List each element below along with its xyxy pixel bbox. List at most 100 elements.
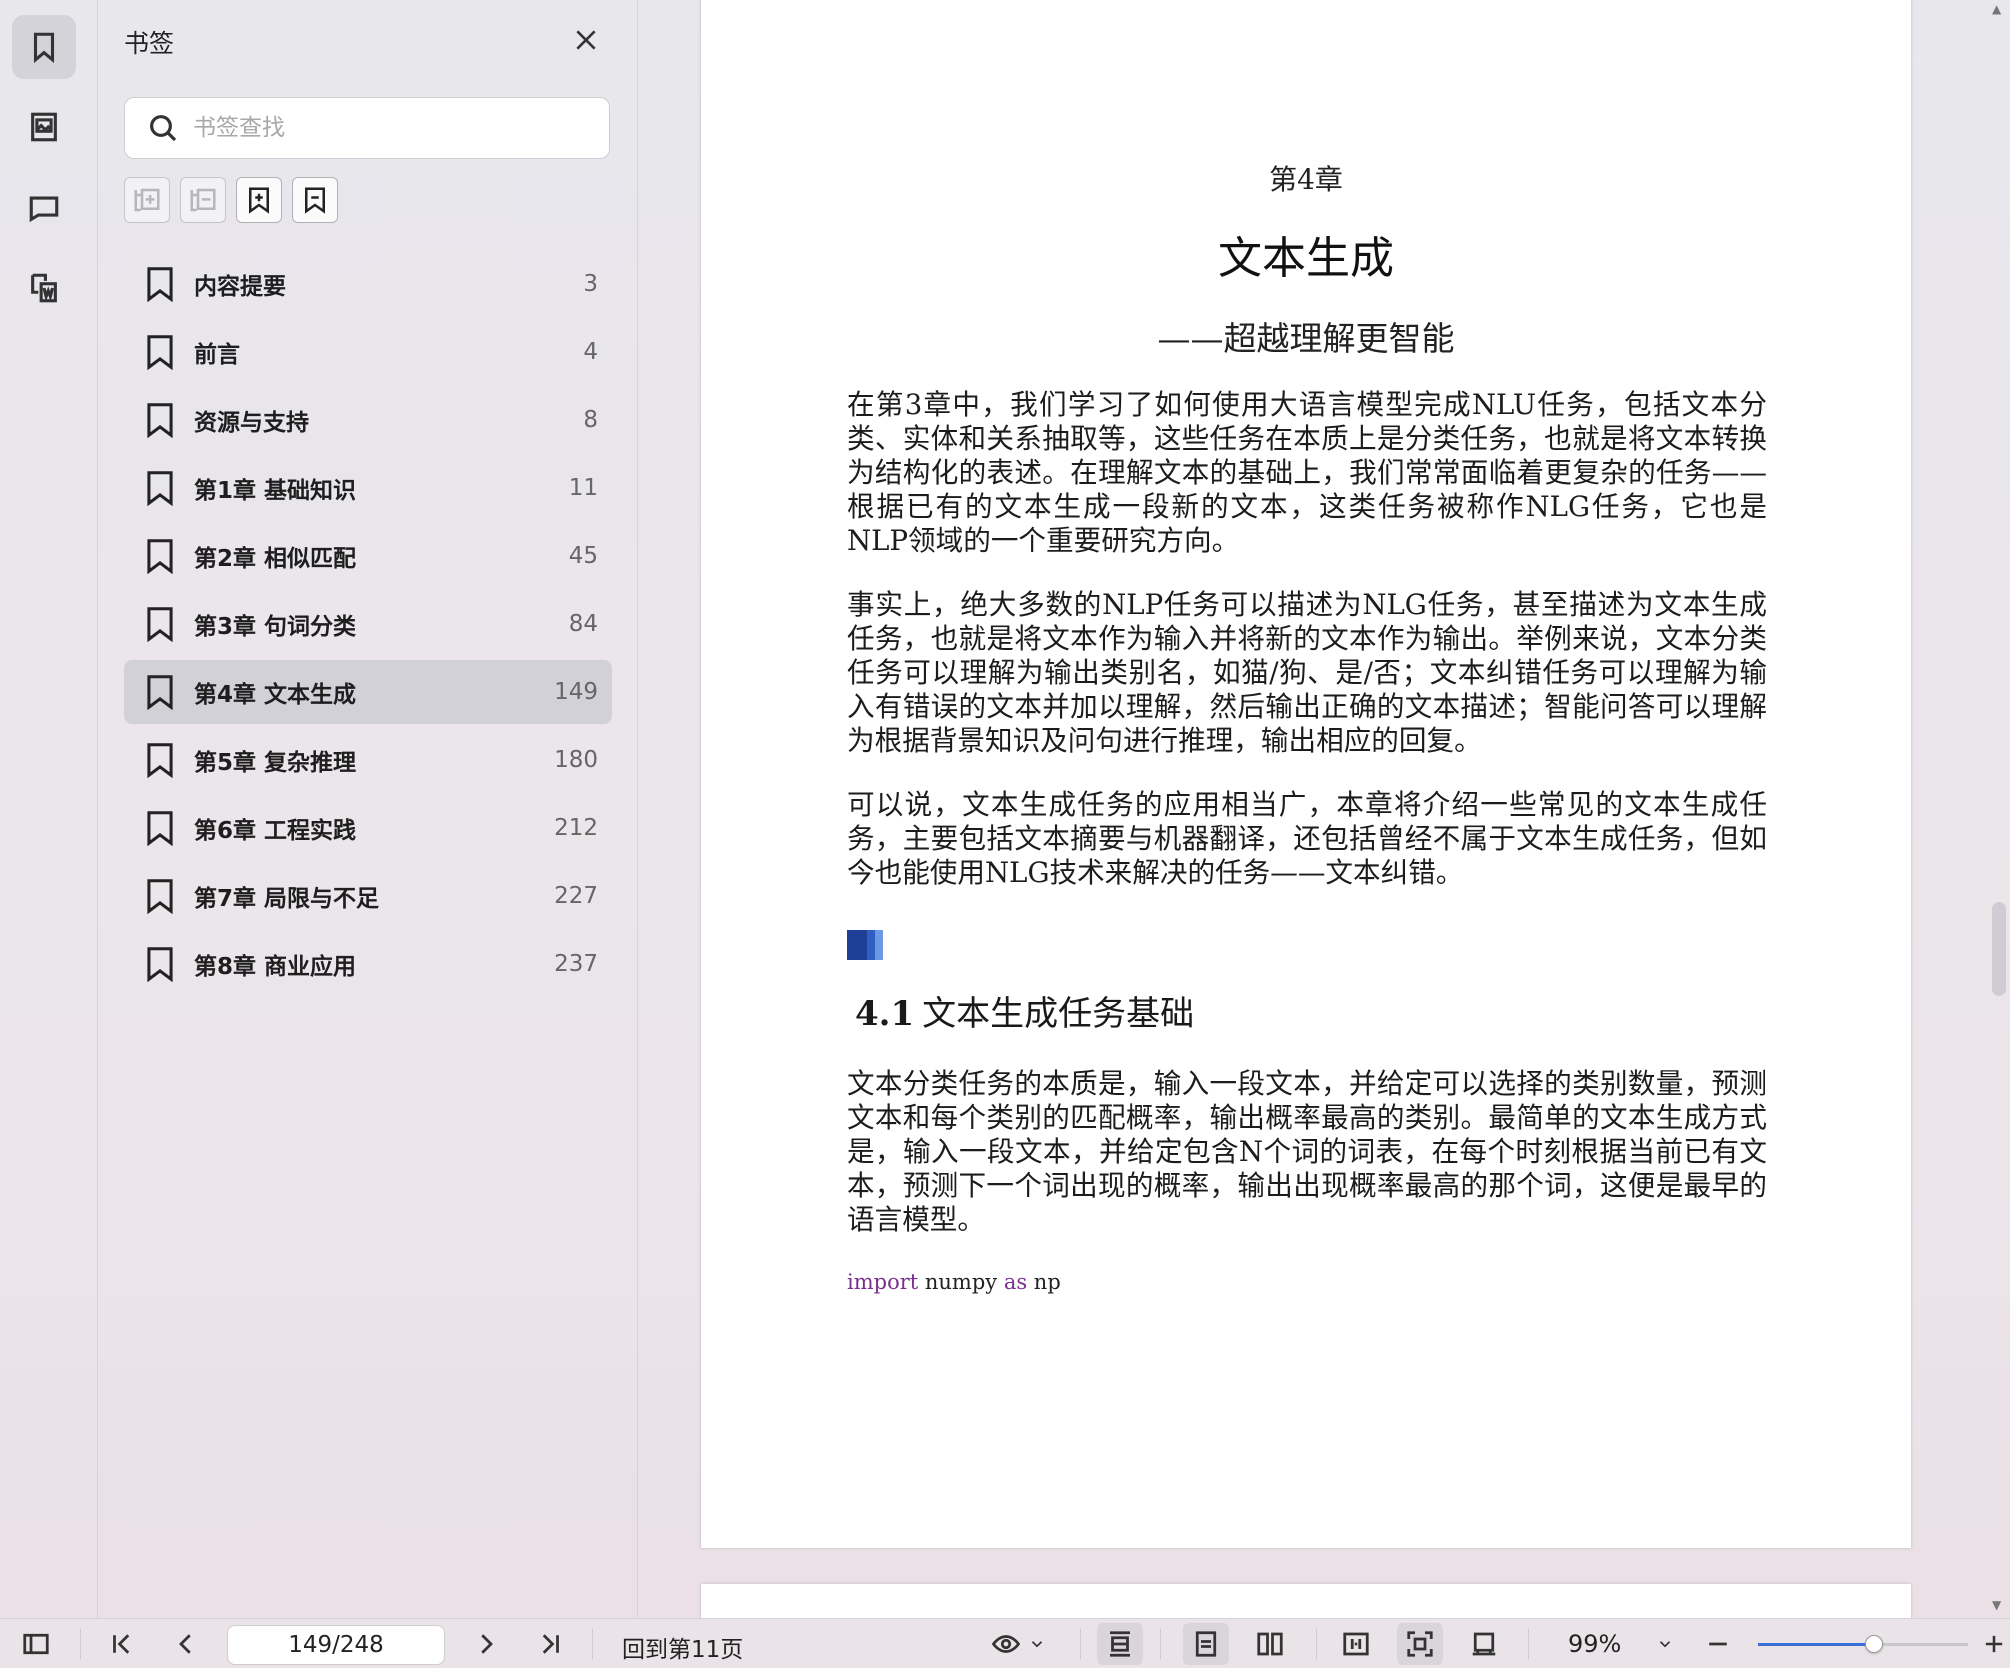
divider	[592, 1629, 593, 1659]
bookmark-item[interactable]: 前言 4	[124, 320, 612, 384]
last-page-button[interactable]	[532, 1626, 568, 1662]
toggle-sidebar-button[interactable]	[18, 1626, 54, 1662]
plus-icon	[1985, 1635, 2003, 1653]
close-icon	[576, 30, 596, 50]
bookmark-label: 第1章 基础知识	[194, 478, 357, 504]
rotate-button[interactable]	[1466, 1626, 1502, 1662]
fit-width-button[interactable]	[1338, 1626, 1374, 1662]
bookmark-item[interactable]: 第6章 工程实践 212	[124, 796, 612, 860]
bookmark-label: 前言	[194, 342, 240, 368]
zoom-slider-handle[interactable]	[1864, 1635, 1883, 1653]
paragraph: 在第3章中，我们学习了如何使用大语言模型完成NLU任务，包括文本分类、实体和关系…	[847, 388, 1767, 557]
chapter-number: 第4章	[1269, 163, 1343, 196]
bookmark-icon	[147, 471, 173, 506]
fit-page-button[interactable]	[1397, 1623, 1443, 1665]
scroll-down-icon[interactable]: ▼	[1992, 1598, 2001, 1612]
bookmark-list: 内容提要 3 前言 4 资源与支持 8 第1章 基础知识 11 第2章 相似匹配 45 第3章 句词…	[124, 252, 612, 1000]
collapse-all-icon	[190, 188, 216, 212]
paragraph: 可以说，文本生成任务的应用相当广，本章将介绍一些常见的文本生成任务，主要包括文本…	[847, 788, 1767, 889]
zoom-slider-fill	[1758, 1643, 1874, 1646]
zoom-in-button[interactable]	[1980, 1626, 2008, 1662]
bookmark-label: 第7章 局限与不足	[194, 886, 380, 912]
bookmark-page-number: 84	[568, 611, 598, 637]
image-icon	[31, 112, 57, 142]
zoom-level[interactable]: 99%	[1568, 1630, 1621, 1658]
eye-icon	[991, 1635, 1021, 1653]
next-page-button[interactable]	[468, 1626, 504, 1662]
remove-bookmark-button[interactable]	[292, 177, 338, 223]
bookmark-item[interactable]: 第4章 文本生成 149	[124, 660, 612, 724]
zoom-out-button[interactable]	[1700, 1626, 1736, 1662]
scroll-up-icon[interactable]: ▲	[1992, 2, 2001, 16]
bookmark-item[interactable]: 第5章 复杂推理 180	[124, 728, 612, 792]
read-mode-button[interactable]	[988, 1626, 1024, 1662]
code-alias: np	[1027, 1270, 1061, 1294]
bookmark-icon	[147, 675, 173, 710]
bookmark-icon	[147, 607, 173, 642]
word-convert-icon	[31, 273, 57, 303]
vertical-scrollbar[interactable]: ▲ ▼	[1984, 0, 2010, 1618]
bookmark-item[interactable]: 第2章 相似匹配 45	[124, 524, 612, 588]
bookmark-label: 第4章 文本生成	[194, 682, 357, 708]
bookmark-item[interactable]: 内容提要 3	[124, 252, 612, 316]
comment-panel-button[interactable]	[12, 176, 76, 240]
first-page-button[interactable]	[104, 1626, 140, 1662]
bookmark-label: 资源与支持	[194, 410, 309, 436]
read-mode-dropdown[interactable]	[1022, 1626, 1052, 1662]
fit-width-icon	[1343, 1632, 1369, 1656]
thumbnail-panel-button[interactable]	[12, 95, 76, 159]
zoom-dropdown[interactable]	[1650, 1626, 1680, 1662]
bookmark-panel-button[interactable]	[12, 15, 76, 79]
bookmark-icon	[147, 403, 173, 438]
bookmark-item[interactable]: 第1章 基础知识 11	[124, 456, 612, 520]
icon-rail	[0, 0, 98, 1618]
bookmark-icon	[147, 267, 173, 302]
add-bookmark-button[interactable]	[236, 177, 282, 223]
document-viewport[interactable]: 第4章 文本生成 ——超越理解更智能 在第3章中，我们学习了如何使用大语言模型完…	[639, 0, 2010, 1618]
bookmark-item[interactable]: 资源与支持 8	[124, 388, 612, 452]
single-page-button[interactable]	[1183, 1623, 1229, 1665]
bookmark-item[interactable]: 第8章 商业应用 237	[124, 932, 612, 996]
page-number-input[interactable]: 149/248	[227, 1625, 445, 1665]
bookmark-page-number: 8	[583, 407, 598, 433]
back-to-page-link[interactable]: 回到第11页	[622, 1630, 743, 1664]
bookmark-page-number: 180	[554, 747, 598, 773]
bookmark-item[interactable]: 第7章 局限与不足 227	[124, 864, 612, 928]
single-page-icon	[1195, 1631, 1217, 1657]
two-page-button[interactable]	[1252, 1626, 1288, 1662]
chevron-right-icon	[481, 1634, 493, 1654]
collapse-all-button[interactable]	[180, 177, 226, 223]
previous-page-button[interactable]	[168, 1626, 204, 1662]
chevron-down-icon	[1031, 1641, 1043, 1648]
bookmark-item[interactable]: 第3章 句词分类 84	[124, 592, 612, 656]
bottom-toolbar: 149/248 回到第11页 99%	[0, 1618, 2010, 1668]
scrollbar-thumb[interactable]	[1992, 902, 2006, 996]
bookmark-icon	[147, 743, 173, 778]
code-line: import numpy as np	[847, 1270, 1061, 1294]
bookmark-icon	[147, 947, 173, 982]
sidebar-icon	[23, 1633, 49, 1655]
chevron-left-icon	[179, 1634, 191, 1654]
continuous-scroll-button[interactable]	[1097, 1623, 1143, 1665]
expand-all-button[interactable]	[124, 177, 170, 223]
zoom-slider[interactable]	[1758, 1635, 1968, 1653]
close-button[interactable]	[568, 22, 604, 58]
bookmark-page-number: 45	[568, 543, 598, 569]
search-icon	[150, 115, 177, 142]
fit-page-icon	[1407, 1631, 1433, 1657]
section-title: 4.1 文本生成任务基础	[855, 986, 1194, 1035]
code-module: numpy	[918, 1270, 1004, 1294]
continuous-scroll-icon	[1110, 1631, 1130, 1657]
bookmark-label: 第2章 相似匹配	[194, 546, 357, 572]
bookmark-icon	[147, 811, 173, 846]
next-page	[701, 1584, 1911, 1618]
chapter-subtitle: ——超越理解更智能	[1157, 319, 1455, 358]
bookmark-page-number: 4	[583, 339, 598, 365]
bookmark-panel: 书签 内容提要 3 前言 4 资源与支持 8 第1章 基础知识 11 第2章 相似匹配 45 第3章…	[98, 0, 638, 1618]
bookmark-search-input[interactable]	[193, 115, 573, 141]
convert-panel-button[interactable]	[12, 256, 76, 320]
panel-title: 书签	[124, 29, 175, 58]
two-page-icon	[1257, 1632, 1283, 1656]
add-bookmark-icon	[249, 187, 269, 214]
chapter-title: 文本生成	[1218, 233, 1394, 284]
